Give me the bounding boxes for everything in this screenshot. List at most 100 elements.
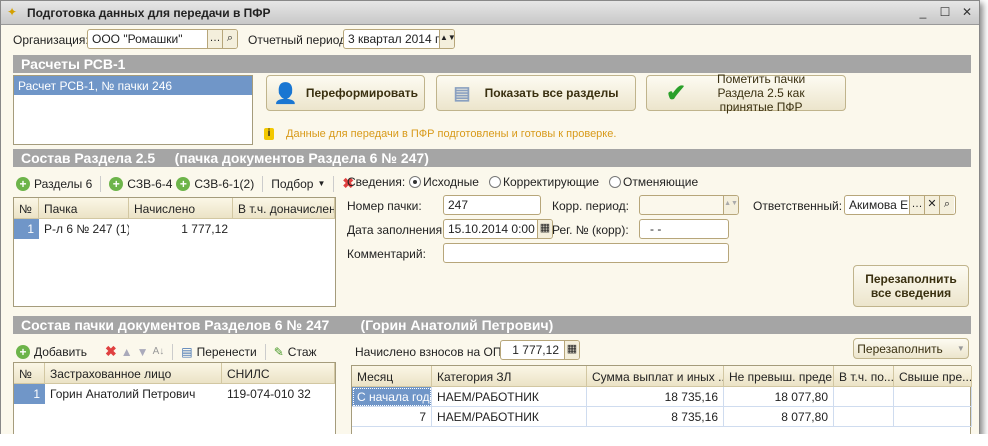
ops-label: Начислено взносов на ОПС: [355,345,514,359]
reform-button[interactable]: 👤 Переформировать [266,75,425,111]
rsv-header: Расчеты РСВ-1 [13,55,971,73]
col-n: № [14,363,45,384]
reg-label: Рег. № (корр): [552,223,629,237]
spinner-icon[interactable]: ▲▼ [439,30,454,48]
plus-icon: + [16,344,30,359]
detail-col[interactable]: Сумма выплат и иных ... [587,366,724,387]
table-cell: С начала года [352,387,432,407]
plus-icon: + [176,176,191,191]
korr-label: Корр. период: [552,199,629,213]
otv-input[interactable]: Акимова Е. … ✕ ⌕ [844,195,956,215]
org-label: Организация: [13,33,89,47]
list-item[interactable]: Расчет РСВ-1, № пачки 246 [14,76,252,95]
podbor-dropdown[interactable]: Подбор ▼ [271,177,325,191]
add-szv64-button[interactable]: + СЗВ-6-4 [109,176,172,191]
move-button[interactable]: ▤ Перенести [181,345,257,359]
table-cell [834,407,894,427]
detail-col[interactable]: В т.ч. по... [834,366,894,387]
delete-icon[interactable]: ✖ [105,343,117,360]
svedeniya-radio-group: Сведения: Исходные Корректирующие Отменя… [347,175,699,189]
close-button[interactable]: ✕ [959,5,975,19]
refill-all-button[interactable]: Перезаполнить все сведения [853,265,969,307]
pencil-icon: ✎ [273,344,284,359]
search-icon[interactable]: ⌕ [222,30,237,48]
search-icon[interactable]: ⌕ [939,196,954,214]
period-label: Отчетный период: [248,33,350,47]
table-cell: НАЕМ/РАБОТНИК [432,407,587,427]
radio-otmenyayushchie[interactable]: Отменяющие [609,175,698,189]
select-button[interactable]: … [909,196,924,214]
info-message: Данные для передачи в ПФР подготовлены и… [286,128,617,140]
persons-table[interactable]: № Застрахованное лицо СНИЛС 1 Горин Анат… [13,362,336,438]
comment-label: Комментарий: [347,247,426,261]
detail-table[interactable]: Месяц Категория ЗЛ Сумма выплат и иных ...… [351,365,972,438]
clear-icon[interactable]: ✕ [924,196,939,214]
select-button[interactable]: … [207,30,222,48]
nomer-input[interactable]: 247 [443,195,541,215]
person-refresh-icon: 👤 [272,82,298,105]
add-szv61-button[interactable]: + СЗВ-6-1(2) [176,176,254,191]
checkmark-icon: ✔ [665,79,687,107]
table-cell: 7 [352,407,432,427]
pack-header: Состав пачки документов Разделов 6 № 247… [13,316,971,334]
detail-col[interactable]: Категория ЗЛ [432,366,587,387]
transfer-icon: ▤ [181,344,193,359]
pack-toolbar: + Добавить ✖ ▲ ▼ A↓ ▤ Перенести ✎ Стаж [16,343,317,360]
title-bar: ✦ Подготовка данных для передачи в ПФР _… [1,1,979,25]
org-value: ООО "Ромашки" [92,32,183,46]
table-cell: 18 735,16 [587,387,724,407]
table-cell: 8 735,16 [587,407,724,427]
section-table[interactable]: № Пачка Начислено В т.ч. доначислено 1 Р… [13,197,336,307]
stazh-button[interactable]: ✎ Стаж [274,345,317,359]
table-cell [894,387,972,407]
date-input[interactable]: 15.10.2014 0:00 ▦ [443,219,553,239]
col-name: Застрахованное лицо [45,363,222,384]
org-input[interactable]: ООО "Ромашки" … ⌕ [87,29,238,49]
plus-icon: + [109,176,124,191]
refill-dropdown[interactable]: Перезаполнить ▼ [853,338,969,359]
period-value: 3 квартал 2014 г. [348,32,442,46]
ops-input[interactable]: 1 777,12 ▦ [500,340,580,360]
calendar-icon[interactable]: ▦ [537,220,552,238]
table-cell: 18 077,80 [724,387,834,407]
move-up-icon[interactable]: ▲ [121,345,133,359]
detail-col[interactable]: Месяц [352,366,432,387]
plus-icon: + [16,176,30,191]
section-toolbar: + Разделы 6 + СЗВ-6-4 + СЗВ-6-1(2) Подбор ▼ … [16,175,354,192]
col-nachisleno: Начислено [129,198,233,219]
add-razdely-button[interactable]: + Разделы 6 [16,176,92,191]
main-window: ✦ Подготовка данных для передачи в ПФР _… [0,0,980,438]
maximize-button[interactable]: ☐ [937,5,953,19]
info-icon: i [264,128,274,140]
col-n: № [14,198,39,219]
col-snils: СНИЛС [222,363,335,384]
date-label: Дата заполнения: [347,223,446,237]
detail-col[interactable]: Не превыш. преде... [724,366,834,387]
detail-col[interactable]: Свыше пре... [894,366,972,387]
rsv-list[interactable]: Расчет РСВ-1, № пачки 246 [13,75,253,145]
period-input[interactable]: 3 квартал 2014 г. ▲▼ [343,29,455,49]
minimize-button[interactable]: _ [915,5,931,19]
mark-accepted-button[interactable]: ✔ Пометить пачки Раздела 2.5 как принятые… [646,72,846,114]
window-title: Подготовка данных для передачи в ПФР [27,6,271,20]
show-sections-button[interactable]: ▤ Показать все разделы [436,75,636,111]
nomer-label: Номер пачки: [347,199,422,213]
korr-period-input[interactable]: ▲▼ [639,195,739,215]
table-cell [894,407,972,427]
add-button[interactable]: + Добавить [16,344,87,359]
comment-input[interactable] [443,243,729,263]
reg-input[interactable]: - - [639,219,729,239]
move-down-icon[interactable]: ▼ [137,345,149,359]
calculator-icon[interactable]: ▦ [564,341,579,359]
table-cell: НАЕМ/РАБОТНИК [432,387,587,407]
section-header: Состав Раздела 2.5 (пачка документов Раз… [13,149,971,167]
table-cell: 8 077,80 [724,407,834,427]
col-pachka: Пачка [39,198,129,219]
spinner-icon: ▲▼ [723,196,738,214]
otv-label: Ответственный: [753,199,843,213]
sort-icon[interactable]: A↓ [153,346,165,357]
radio-ishodnye[interactable]: Исходные [409,175,479,189]
document-icon: ▤ [453,82,471,103]
torn-edge [0,434,988,446]
radio-korrektiruyushchie[interactable]: Корректирующие [488,175,599,189]
